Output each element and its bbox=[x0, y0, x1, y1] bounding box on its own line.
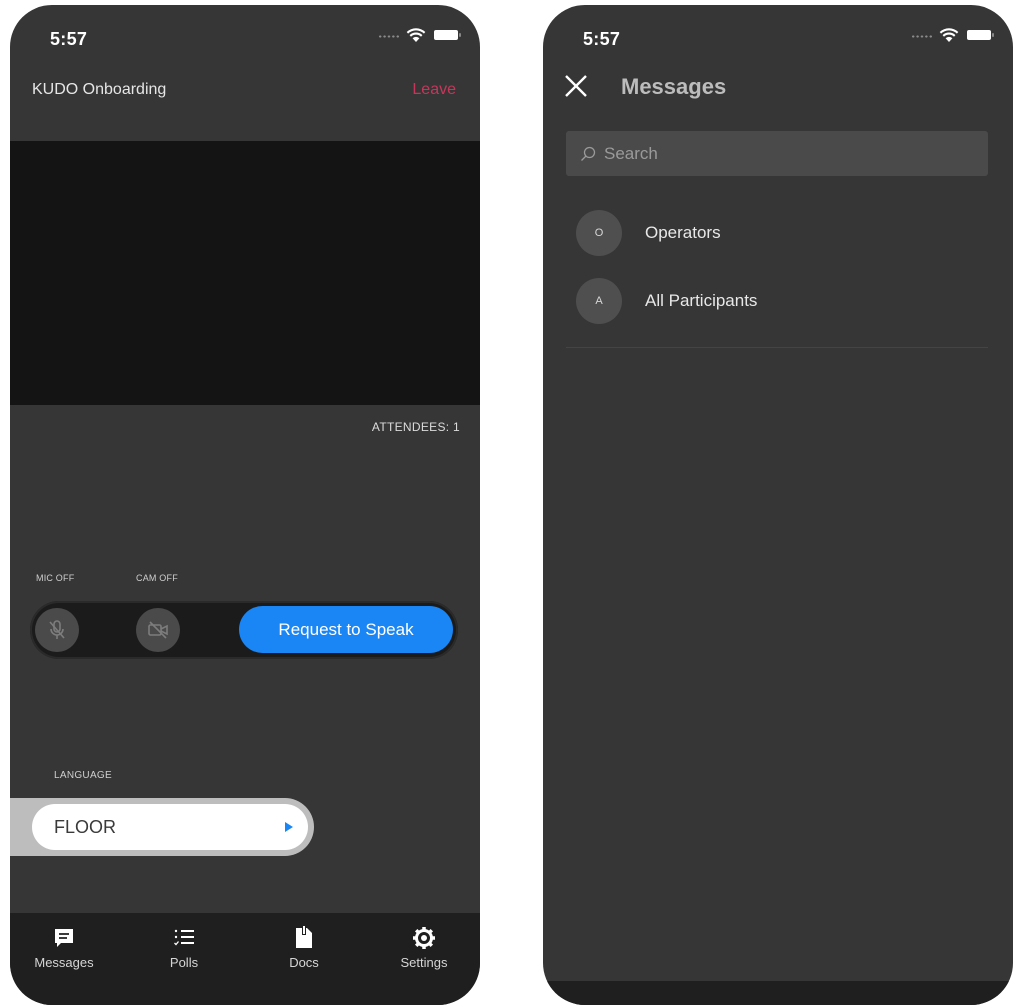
search-icon bbox=[581, 146, 596, 161]
language-select[interactable]: FLOOR bbox=[32, 804, 308, 850]
battery-icon bbox=[434, 30, 461, 40]
avatar: A bbox=[576, 278, 622, 324]
cam-label: CAM OFF bbox=[136, 573, 178, 583]
search-input[interactable] bbox=[602, 142, 966, 165]
contact-item-operators[interactable]: O Operators bbox=[576, 210, 721, 256]
tab-polls[interactable]: Polls bbox=[134, 925, 234, 970]
tab-docs[interactable]: Docs bbox=[254, 925, 354, 970]
cam-toggle-button[interactable] bbox=[136, 608, 180, 652]
meeting-screen: 5:57 KUDO Onboarding Leave ATTENDEES: 1 … bbox=[10, 5, 480, 1005]
meeting-title: KUDO Onboarding bbox=[32, 81, 167, 98]
gear-icon bbox=[413, 927, 435, 949]
signal-icon bbox=[911, 35, 933, 38]
polls-icon bbox=[174, 929, 194, 946]
status-time: 5:57 bbox=[583, 29, 621, 49]
tab-docs-label: Docs bbox=[289, 955, 319, 970]
tab-messages[interactable]: Messages bbox=[14, 925, 114, 970]
tab-settings-label: Settings bbox=[400, 955, 448, 970]
messages-screen: 5:57 Messages O Operators A All Particip… bbox=[543, 5, 1013, 1005]
mic-off-icon bbox=[49, 620, 65, 639]
battery-icon bbox=[967, 30, 994, 40]
status-icons bbox=[901, 27, 994, 43]
search-box bbox=[566, 131, 988, 176]
attendees-count: ATTENDEES: 1 bbox=[371, 420, 460, 434]
language-selector-frame: FLOOR bbox=[10, 798, 314, 856]
video-area bbox=[10, 141, 480, 405]
status-icons bbox=[368, 27, 461, 43]
wifi-icon bbox=[406, 28, 426, 42]
mic-label: MIC OFF bbox=[36, 573, 75, 583]
bottom-bar bbox=[543, 981, 1013, 1005]
language-value: FLOOR bbox=[54, 816, 117, 837]
tab-bar: Messages Polls Docs Settings bbox=[10, 913, 480, 1005]
mic-toggle-button[interactable] bbox=[35, 608, 79, 652]
divider bbox=[566, 347, 988, 348]
tab-settings[interactable]: Settings bbox=[374, 925, 474, 970]
cam-off-icon bbox=[148, 621, 168, 639]
wifi-icon bbox=[939, 28, 959, 42]
tab-messages-label: Messages bbox=[34, 955, 94, 970]
language-label: LANGUAGE bbox=[54, 770, 112, 781]
play-arrow-icon bbox=[285, 822, 293, 832]
close-icon[interactable] bbox=[563, 73, 589, 99]
control-bar: Request to Speak bbox=[30, 601, 458, 659]
status-time: 5:57 bbox=[50, 29, 88, 49]
contact-item-all-participants[interactable]: A All Participants bbox=[576, 278, 757, 324]
avatar: O bbox=[576, 210, 622, 256]
chat-icon bbox=[55, 929, 73, 947]
contact-name: Operators bbox=[645, 223, 721, 242]
leave-button[interactable]: Leave bbox=[412, 81, 456, 99]
request-to-speak-button[interactable]: Request to Speak bbox=[239, 606, 453, 653]
contact-name: All Participants bbox=[645, 291, 758, 310]
page-title: Messages bbox=[621, 74, 727, 99]
docs-icon bbox=[296, 926, 312, 948]
signal-icon bbox=[378, 35, 400, 38]
tab-polls-label: Polls bbox=[169, 955, 199, 970]
